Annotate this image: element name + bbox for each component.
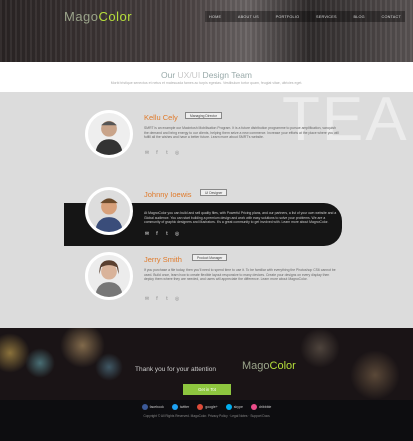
social-skype[interactable]: skype — [225, 404, 243, 410]
social-dribbble[interactable]: dribbble — [250, 404, 271, 410]
intro-section: Our UX/UI Design Team Morbi tristique se… — [0, 62, 413, 92]
get-in-touch-button[interactable]: Get in Tot — [183, 384, 231, 395]
email-icon[interactable]: ✉ — [144, 150, 150, 156]
twitter-icon — [171, 404, 178, 410]
dribbble-icon[interactable]: ◎ — [174, 231, 180, 237]
member-role-badge: UI Designer — [200, 189, 228, 196]
nav-about-us[interactable]: ABOUT US — [238, 15, 259, 19]
footer: Thank you for your attention MagoColor G… — [0, 328, 413, 441]
member-bio: At MagnoColor you can build and sell qua… — [144, 211, 337, 225]
facebook-icon — [141, 404, 148, 410]
bokeh-light — [300, 328, 340, 368]
dribbble-icon[interactable]: ◎ — [174, 150, 180, 156]
avatar — [85, 110, 133, 158]
avatar — [85, 252, 133, 300]
bokeh-light — [25, 348, 55, 378]
member-name: Jerry Smith — [144, 255, 182, 264]
bokeh-light — [95, 353, 123, 381]
member-bio: SMRT is an example our Macintosh Mobilis… — [144, 126, 339, 140]
facebook-icon[interactable]: f — [154, 231, 160, 237]
email-icon[interactable]: ✉ — [144, 231, 150, 237]
bokeh-light — [350, 350, 400, 400]
member-socials: ✉ f t ◎ — [144, 296, 180, 302]
skype-icon — [225, 404, 232, 410]
nav-blog[interactable]: BLOG — [353, 15, 364, 19]
social-links: facebook twitter google+ skype dribbble — [0, 404, 413, 410]
twitter-icon[interactable]: t — [164, 231, 170, 237]
nav-contact[interactable]: CONTACT — [382, 15, 401, 19]
main-nav: HOME ABOUT US PORTFOLIO SERVICES BLOG CO… — [205, 11, 405, 22]
social-twitter[interactable]: twitter — [171, 404, 189, 410]
copyright: Copyright © All Rights Reserved. MagoCol… — [143, 414, 270, 418]
header-texture — [0, 0, 413, 62]
nav-services[interactable]: SERVICES — [316, 15, 337, 19]
member-role-badge: Managing Director — [185, 112, 222, 119]
social-bar: facebook twitter google+ skype dribbble … — [0, 400, 413, 441]
team-member-card: Kellu Cely Managing Director SMRT is an … — [80, 110, 340, 172]
member-role-badge: Product Manager — [192, 254, 228, 261]
dribbble-icon — [250, 404, 257, 410]
footer-logo[interactable]: MagoColor — [242, 360, 296, 372]
member-name: Kellu Cely — [144, 113, 178, 122]
facebook-icon[interactable]: f — [154, 150, 160, 156]
facebook-icon[interactable]: f — [154, 296, 160, 302]
email-icon[interactable]: ✉ — [144, 296, 150, 302]
member-socials: ✉ f t ◎ — [144, 150, 180, 156]
google-plus-icon — [197, 404, 204, 410]
member-name: Johnny Ioewis — [144, 190, 192, 199]
twitter-icon[interactable]: t — [164, 150, 170, 156]
hero-header: MagoColor HOME ABOUT US PORTFOLIO SERVIC… — [0, 0, 413, 62]
thanks-text: Thank you for your attention — [135, 366, 216, 373]
social-facebook[interactable]: facebook — [141, 404, 164, 410]
nav-home[interactable]: HOME — [209, 15, 221, 19]
avatar — [85, 187, 133, 235]
dribbble-icon[interactable]: ◎ — [174, 296, 180, 302]
twitter-icon[interactable]: t — [164, 296, 170, 302]
section-subtitle: Morbi tristique senectus et netus et mal… — [110, 81, 303, 85]
member-bio: If you purchase a file today, then you'l… — [144, 268, 336, 282]
site-logo[interactable]: MagoColor — [64, 9, 132, 24]
team-section: TEAM Kellu Cely Managing Director SMRT i… — [0, 92, 413, 328]
team-member-card: Johnny Ioewis UI Designer At MagnoColor … — [80, 187, 340, 239]
section-title: Our UX/UI Design Team — [160, 70, 253, 80]
team-member-card: Jerry Smith Product Manager If you purch… — [80, 252, 340, 314]
member-socials: ✉ f t ◎ — [144, 231, 180, 237]
social-google-plus[interactable]: google+ — [197, 404, 218, 410]
nav-portfolio[interactable]: PORTFOLIO — [276, 15, 300, 19]
